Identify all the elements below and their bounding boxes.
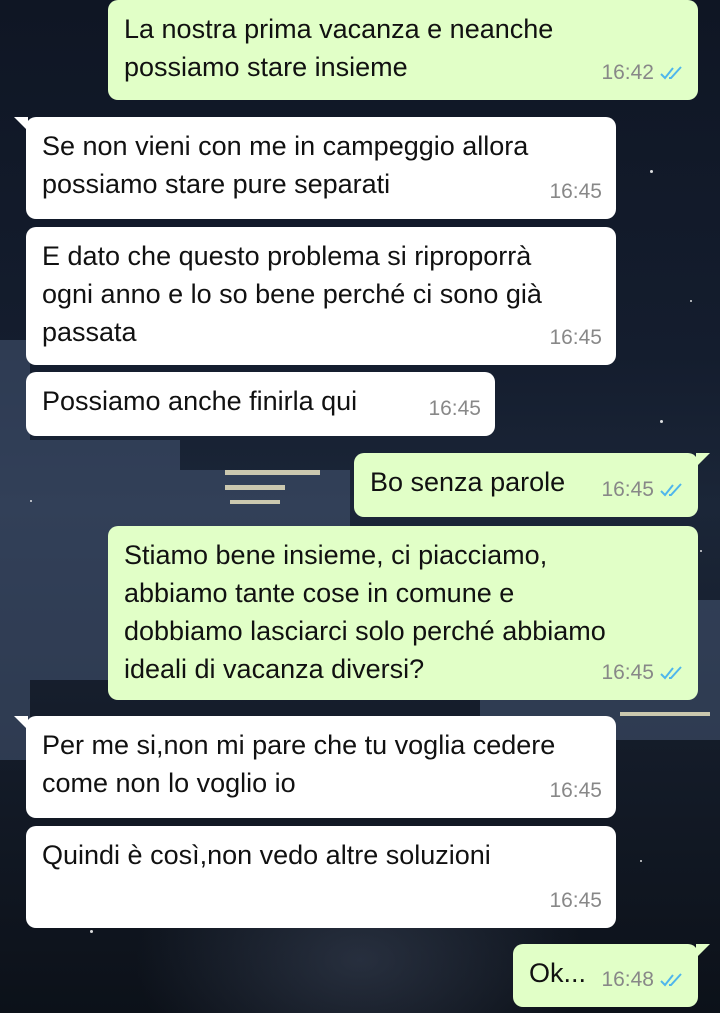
wallpaper-star bbox=[650, 170, 653, 173]
incoming-message-bubble[interactable]: Possiamo anche finirla qui 16:45 bbox=[26, 372, 495, 436]
message-time: 16:45 bbox=[601, 661, 654, 684]
message-meta: 16:45 bbox=[549, 772, 602, 810]
message-text: La nostra prima vacanza e neanche possia… bbox=[124, 14, 554, 82]
message-meta: 16:42 bbox=[601, 54, 684, 92]
wallpaper-window bbox=[620, 712, 710, 716]
incoming-message-bubble[interactable]: Per me si,non mi pare che tu voglia cede… bbox=[14, 716, 616, 818]
wallpaper-star bbox=[30, 500, 32, 502]
message-meta: 16:45 bbox=[549, 882, 602, 920]
message-time: 16:45 bbox=[601, 478, 654, 501]
wallpaper-star bbox=[90, 930, 93, 933]
incoming-message-bubble[interactable]: Se non vieni con me in campeggio allora … bbox=[14, 117, 616, 219]
message-text: Possiamo anche finirla qui bbox=[42, 386, 358, 416]
message-meta: 16:45 bbox=[549, 173, 602, 211]
message-text: Se non vieni con me in campeggio allora … bbox=[42, 131, 529, 199]
wallpaper-window bbox=[230, 500, 280, 504]
bubble-tail bbox=[14, 716, 28, 730]
message-text: Stiamo bene insieme, ci piacciamo, abbia… bbox=[124, 540, 606, 684]
message-text: Per me si,non mi pare che tu voglia cede… bbox=[42, 730, 556, 798]
message-text: Quindi è così,non vedo altre soluzioni bbox=[42, 840, 491, 870]
outgoing-message-bubble[interactable]: Bo senza parole 16:45 bbox=[354, 453, 710, 517]
message-meta: 16:48 bbox=[601, 961, 684, 999]
message-meta: 16:45 bbox=[549, 319, 602, 357]
message-time: 16:48 bbox=[601, 968, 654, 991]
double-check-icon bbox=[660, 483, 682, 497]
double-check-icon bbox=[660, 66, 682, 80]
outgoing-message-bubble[interactable]: Ok... 16:48 bbox=[513, 944, 710, 1007]
wallpaper-window bbox=[225, 485, 285, 490]
incoming-message-bubble[interactable]: Quindi è così,non vedo altre soluzioni 1… bbox=[26, 826, 616, 928]
message-time: 16:45 bbox=[428, 397, 481, 420]
incoming-message-bubble[interactable]: E dato che questo problema si riproporrà… bbox=[26, 227, 616, 365]
message-time: 16:45 bbox=[549, 779, 602, 802]
bubble-tail bbox=[14, 117, 28, 131]
wallpaper-star bbox=[660, 420, 663, 423]
wallpaper-star bbox=[640, 860, 642, 862]
message-time: 16:45 bbox=[549, 889, 602, 912]
message-time: 16:45 bbox=[549, 326, 602, 349]
outgoing-message-bubble[interactable]: Stiamo bene insieme, ci piacciamo, abbia… bbox=[108, 526, 698, 700]
double-check-icon bbox=[660, 666, 682, 680]
bubble-tail bbox=[696, 453, 710, 467]
wallpaper-star bbox=[700, 550, 702, 552]
bubble-tail bbox=[696, 944, 710, 958]
message-meta: 16:45 bbox=[601, 654, 684, 692]
wallpaper-window bbox=[225, 470, 320, 475]
message-text: E dato che questo problema si riproporrà… bbox=[42, 241, 542, 347]
message-meta: 16:45 bbox=[428, 390, 481, 428]
double-check-icon bbox=[660, 973, 682, 987]
outgoing-message-bubble[interactable]: La nostra prima vacanza e neanche possia… bbox=[108, 0, 698, 100]
message-time: 16:45 bbox=[549, 180, 602, 203]
message-meta: 16:45 bbox=[601, 471, 684, 509]
message-time: 16:42 bbox=[601, 61, 654, 84]
wallpaper-star bbox=[690, 300, 692, 302]
